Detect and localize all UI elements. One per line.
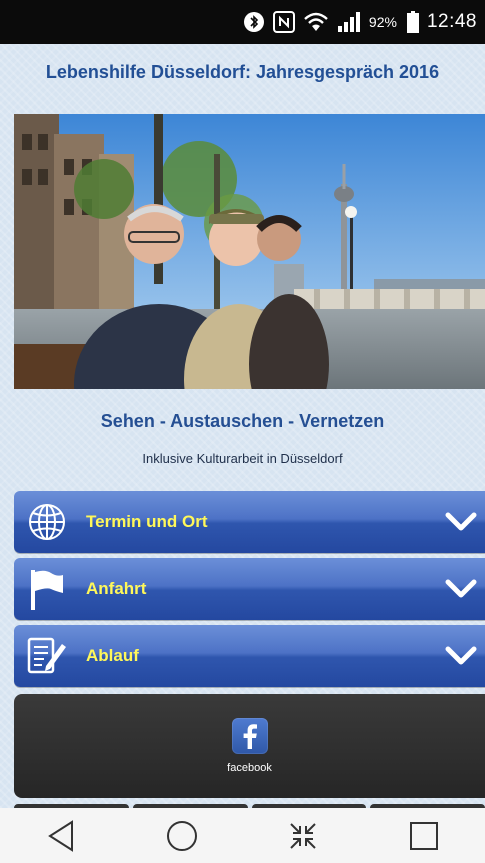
accordion-label: Anfahrt [86, 579, 147, 598]
page-title: Lebenshilfe Düsseldorf: Jahresgespräch 2… [45, 62, 440, 82]
facebook-link[interactable]: facebook [14, 694, 485, 798]
web-page[interactable]: Lebenshilfe Düsseldorf: Jahresgespräch 2… [0, 44, 485, 808]
accordion-label: Ablauf [86, 646, 139, 665]
wifi-icon [303, 8, 329, 36]
recent-apps-icon[interactable] [394, 813, 454, 858]
accordion-label: Termin und Ort [86, 512, 208, 531]
status-bar: 92% 12:48 [0, 0, 485, 44]
chevron-down-icon[interactable] [439, 645, 483, 667]
facebook-label: facebook [227, 762, 272, 774]
battery-percentage: 92% [368, 14, 397, 30]
document-edit-icon [18, 632, 76, 680]
subline: Inklusive Kulturarbeit in Düsseldorf [142, 451, 343, 466]
chevron-down-icon[interactable] [439, 511, 483, 533]
accordion-termin-und-ort[interactable]: Termin und Ort [14, 491, 485, 553]
hero-image [14, 114, 485, 389]
accordion-ablauf[interactable]: Ablauf [14, 625, 485, 687]
globe-icon [18, 498, 76, 546]
back-icon[interactable] [31, 813, 91, 858]
chevron-down-icon[interactable] [439, 578, 483, 600]
clock: 12:48 [426, 11, 477, 32]
slogan: Sehen - Austauschen - Vernetzen [100, 411, 385, 431]
flag-icon [18, 565, 76, 613]
home-icon[interactable] [152, 813, 212, 858]
nfc-icon [272, 8, 295, 36]
accordion-anfahrt[interactable]: Anfahrt [14, 558, 485, 620]
facebook-icon[interactable] [231, 718, 268, 754]
signal-icon [337, 8, 361, 36]
battery-icon [406, 8, 419, 36]
navigation-bar [0, 808, 485, 863]
minimize-icon[interactable] [273, 813, 333, 858]
bluetooth-icon [243, 8, 265, 36]
